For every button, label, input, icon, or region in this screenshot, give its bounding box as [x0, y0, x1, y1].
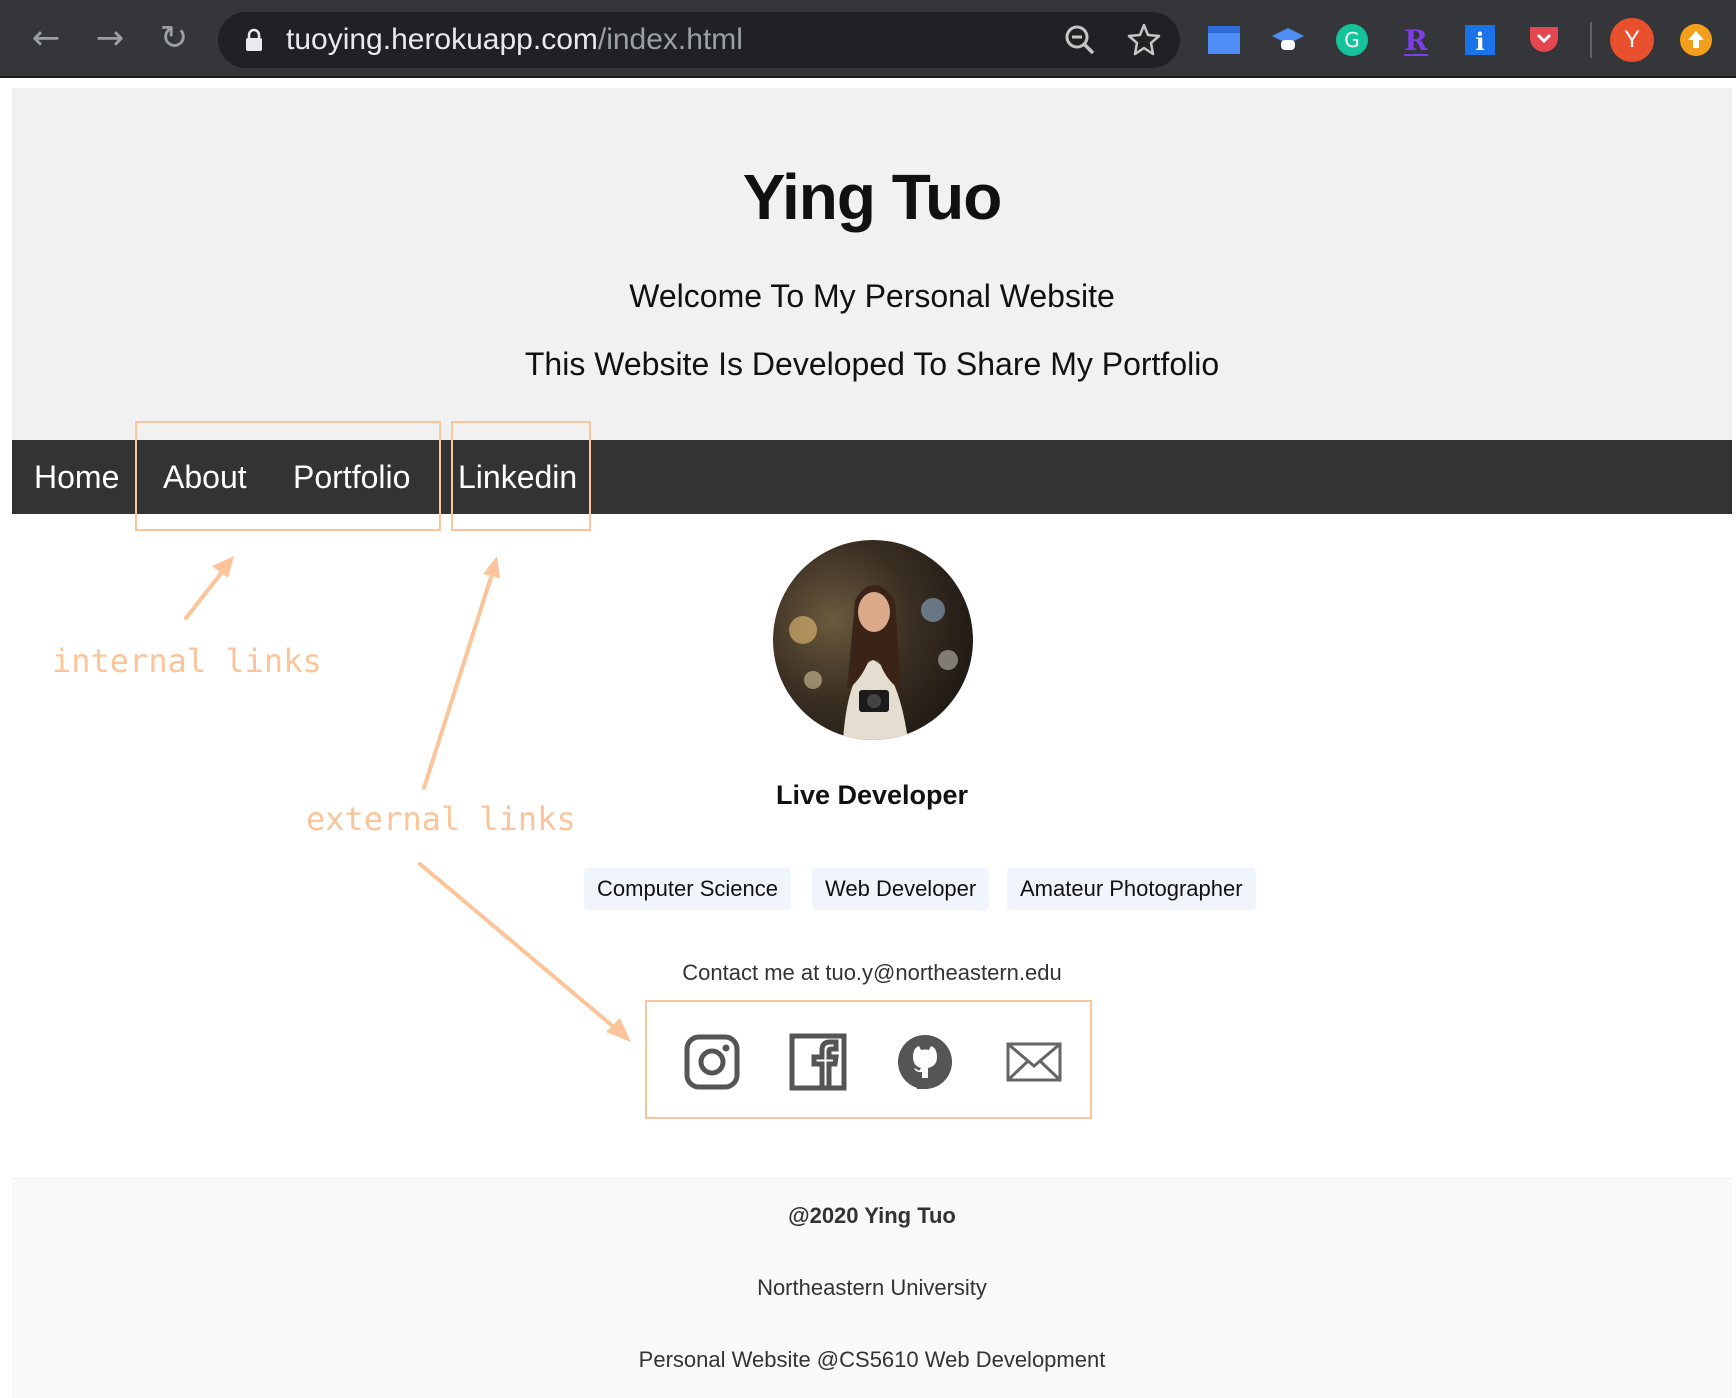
footer-university: Northeastern University — [757, 1275, 987, 1300]
external-social-highlight-box — [645, 1000, 1092, 1119]
contact-text: Contact me at tuo.y@northeastern.edu — [682, 960, 1062, 985]
svg-text:R: R — [1404, 24, 1428, 57]
back-icon[interactable]: ← — [26, 18, 66, 58]
zoom-icon[interactable] — [1062, 22, 1098, 58]
tag-web-developer: Web Developer — [812, 868, 990, 910]
url-path: /index.html — [597, 23, 743, 56]
update-arrow-icon[interactable] — [1680, 24, 1712, 56]
site-title: Ying Tuo — [742, 161, 1003, 233]
reload-icon[interactable]: ↻ — [154, 18, 194, 58]
profile-avatar[interactable]: Y — [1610, 18, 1654, 62]
profile-photo — [773, 540, 973, 740]
toolbar-separator — [1590, 22, 1592, 58]
svg-text:i: i — [1475, 27, 1484, 56]
external-linkedin-highlight-box — [451, 421, 591, 531]
welcome-text: Welcome To My Personal Website — [629, 278, 1115, 314]
calendar-extension-icon[interactable] — [1206, 22, 1242, 58]
profile-name: Live Developer — [775, 780, 969, 810]
nav-link-home[interactable]: Home — [34, 440, 119, 514]
tag-amateur-photographer: Amateur Photographer — [1007, 868, 1256, 910]
footer-copyright: @2020 Ying Tuo — [788, 1203, 956, 1228]
hero-header: Ying Tuo Welcome To My Personal Website … — [12, 88, 1732, 440]
internal-links-highlight-box — [135, 421, 441, 531]
r-extension-icon[interactable]: R — [1398, 22, 1434, 58]
star-icon[interactable] — [1126, 22, 1162, 58]
external-links-annotation: external links — [306, 800, 576, 838]
footer: @2020 Ying Tuo Northeastern University P… — [12, 1178, 1732, 1398]
svg-text:G: G — [1344, 28, 1360, 52]
internal-links-annotation: internal links — [52, 642, 322, 680]
forward-icon[interactable]: → — [90, 18, 130, 58]
lock-icon — [246, 28, 262, 51]
graduation-cap-extension-icon[interactable] — [1270, 22, 1306, 58]
url-host: tuoying.herokuapp.com — [286, 23, 598, 56]
tag-computer-science: Computer Science — [584, 868, 791, 910]
pocket-extension-icon[interactable] — [1526, 22, 1562, 58]
footer-course: Personal Website @CS5610 Web Development — [638, 1347, 1106, 1372]
info-extension-icon[interactable]: i — [1462, 22, 1498, 58]
tagline-text: This Website Is Developed To Share My Po… — [524, 346, 1220, 382]
web-page: Ying Tuo Welcome To My Personal Website … — [12, 88, 1732, 1398]
grammarly-extension-icon[interactable]: G — [1334, 22, 1370, 58]
url-text[interactable]: tuoying.herokuapp.com/index.html — [286, 20, 743, 60]
browser-toolbar: ← → ↻ tuoying.herokuapp.com/index.html G… — [0, 0, 1736, 78]
